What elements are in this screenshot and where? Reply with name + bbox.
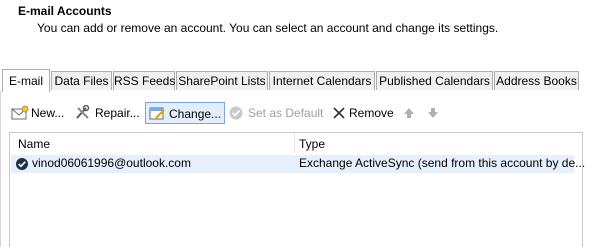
change-account-icon [149, 107, 165, 120]
change-button[interactable]: Change... [145, 102, 225, 124]
account-name-cell: vinod06061996@outlook.com [32, 156, 191, 170]
remove-button-label: Remove [349, 106, 394, 120]
tab-internet-calendars[interactable]: Internet Calendars [269, 71, 375, 90]
tab-email[interactable]: E-mail [2, 69, 50, 92]
account-list: Name Type vinod06061996@outlook.com Exch… [9, 132, 585, 247]
tab-published-calendars[interactable]: Published Calendars [376, 71, 493, 90]
account-type-cell: Exchange ActiveSync (send from this acco… [299, 156, 586, 170]
move-down-icon [428, 108, 438, 118]
tab-data-files[interactable]: Data Files [51, 71, 112, 90]
remove-x-icon [333, 107, 345, 119]
repair-tools-icon [76, 105, 90, 119]
remove-button[interactable]: Remove [331, 102, 394, 124]
tab-sharepoint-lists[interactable]: SharePoint Lists [176, 71, 268, 90]
default-account-check-icon [16, 158, 28, 170]
page-title: E-mail Accounts [18, 4, 112, 18]
move-down-button[interactable] [425, 102, 441, 124]
set-as-default-button[interactable]: Set as Default [227, 102, 327, 124]
set-as-default-label: Set as Default [248, 106, 324, 120]
tab-strip: E-mail Data Files RSS Feeds SharePoint L… [0, 69, 595, 92]
repair-button-label: Repair... [95, 106, 140, 120]
move-up-icon [404, 108, 414, 118]
page-subtitle: You can add or remove an account. You ca… [37, 21, 499, 35]
move-up-button[interactable] [401, 102, 417, 124]
new-mail-icon [11, 105, 29, 120]
check-circle-icon [229, 106, 243, 120]
change-button-label: Change... [169, 107, 222, 121]
repair-button[interactable]: Repair... [73, 102, 143, 124]
tab-address-books[interactable]: Address Books [494, 71, 579, 90]
column-divider[interactable] [294, 133, 295, 153]
new-button[interactable]: New... [9, 102, 69, 124]
tab-rss-feeds[interactable]: RSS Feeds [113, 71, 175, 90]
new-button-label: New... [31, 106, 65, 120]
dialog-header: E-mail Accounts You can add or remove an… [0, 0, 595, 58]
table-row[interactable]: vinod06061996@outlook.com Exchange Activ… [11, 155, 585, 173]
column-header-name[interactable]: Name [18, 137, 50, 151]
column-header-type[interactable]: Type [299, 137, 325, 151]
